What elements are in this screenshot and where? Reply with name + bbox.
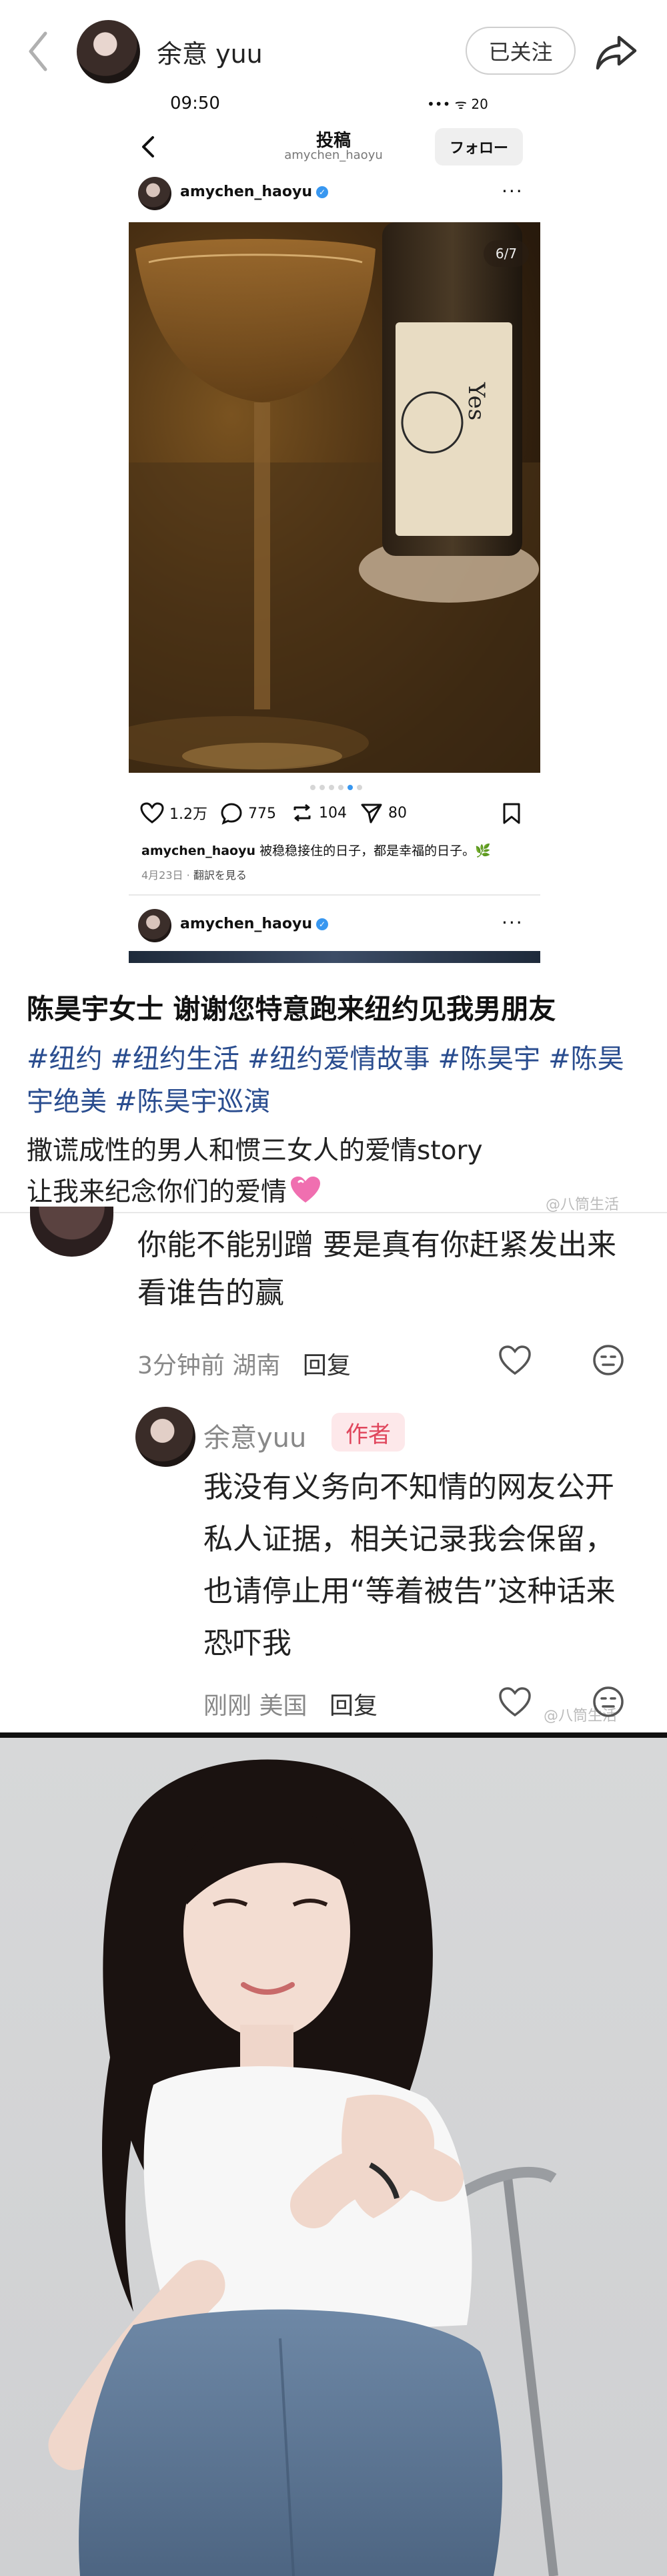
repost-count: 104 xyxy=(319,804,347,822)
ig-page-subtitle: amychen_haoyu xyxy=(284,148,383,162)
caption-text: 被稳稳接住的日子，都是幸福的日子。🌿 xyxy=(259,844,491,858)
reply-meta: 刚刚 美国 回复 xyxy=(203,1686,378,1721)
carousel-dots xyxy=(310,785,364,791)
repost-icon xyxy=(293,803,311,822)
post-body-line-1: 撒谎成性的男人和惯三女人的爱情story xyxy=(27,1136,483,1166)
heart-icon xyxy=(140,802,164,824)
ig-more-icon: ··· xyxy=(502,180,524,202)
post-photo: Yes xyxy=(129,222,540,773)
author-name[interactable]: 余意 yuu xyxy=(157,33,263,70)
ig-avatar-2 xyxy=(138,909,171,942)
send-icon xyxy=(361,803,382,824)
wine-photo-illustration: Yes xyxy=(129,222,540,773)
hashtag[interactable]: #陈昊宇巡演 xyxy=(115,1086,271,1117)
ig-back-icon xyxy=(142,136,154,157)
comment-time: 3分钟前 xyxy=(137,1352,225,1379)
carousel-dot xyxy=(329,785,334,790)
hashtag[interactable]: #纽约 xyxy=(27,1044,103,1074)
translate-link: 翻訳を見る xyxy=(193,869,247,882)
author-badge: 作者 xyxy=(331,1413,405,1452)
reply-location: 美国 xyxy=(259,1692,307,1720)
author-reply-avatar[interactable] xyxy=(135,1407,195,1467)
carousel-dot xyxy=(310,785,315,790)
post-title: 陈昊宇女士 谢谢您特意跑来纽约见我男朋友 xyxy=(27,993,556,1025)
ig-post-username: amychen_haoyu xyxy=(180,184,313,200)
back-arrow-icon[interactable] xyxy=(25,28,52,75)
bookmark-icon xyxy=(503,803,520,824)
ig-caption: amychen_haoyu 被稳稳接住的日子，都是幸福的日子。🌿 xyxy=(141,841,491,859)
comment-location: 湖南 xyxy=(232,1352,281,1379)
image-separator xyxy=(0,1732,667,1738)
caption-username: amychen_haoyu xyxy=(141,844,256,858)
hashtag-list: #纽约 #纽约生活 #纽约爱情故事 #陈昊宇 #陈昊宇绝美 #陈昊宇巡演 xyxy=(27,1038,647,1123)
like-count: 1.2万 xyxy=(169,806,207,823)
dislike-face-icon[interactable] xyxy=(591,1684,626,1719)
carousel-dot xyxy=(338,785,344,790)
post-date: 4月23日 · xyxy=(141,869,193,882)
ig-avatar xyxy=(138,177,171,210)
like-icon[interactable] xyxy=(498,1684,532,1719)
comment-meta: 3分钟前 湖南 回复 xyxy=(137,1346,351,1381)
comment-count: 775 xyxy=(248,805,276,822)
follow-button[interactable]: 已关注 xyxy=(466,27,576,75)
ig-date: 4月23日 · 翻訳を見る xyxy=(141,866,247,882)
ig-follow-button: フォロー xyxy=(435,128,523,166)
next-post-photo-strip xyxy=(129,951,540,963)
ig-share: 80 xyxy=(360,802,407,824)
verified-icon: ✓ xyxy=(316,918,329,930)
ig-comment: 775 xyxy=(220,802,276,825)
embed-divider xyxy=(129,894,540,896)
pink-heart-icon xyxy=(291,1177,321,1203)
hashtag[interactable]: #纽约爱情故事 xyxy=(247,1044,430,1074)
like-icon[interactable] xyxy=(498,1343,532,1377)
ig-post-username-2: amychen_haoyu xyxy=(180,916,313,932)
ig-like: 1.2万 xyxy=(140,802,207,824)
reply-time: 刚刚 xyxy=(203,1692,252,1720)
photo-counter: 6/7 xyxy=(484,240,529,267)
ig-post-user-2: amychen_haoyu ✓ xyxy=(180,916,329,932)
share-icon[interactable] xyxy=(594,28,640,75)
portrait-illustration xyxy=(48,1759,558,2576)
status-icons: ••• ᯤ 20 xyxy=(427,96,488,112)
bottle-label-text: Yes xyxy=(463,382,490,420)
carousel-dot xyxy=(357,785,362,790)
author-avatar[interactable] xyxy=(77,20,140,83)
commenter-avatar[interactable] xyxy=(30,1207,113,1257)
hashtag[interactable]: #纽约生活 xyxy=(111,1044,240,1074)
post-body-line-2: 让我来纪念你们的爱情 xyxy=(27,1171,321,1209)
reply-text: 我没有义务向不知情的网友公开私人证据，相关记录我会保留，也请停止用“等着被告”这… xyxy=(203,1470,616,1660)
reply-author-name[interactable]: 余意yuu xyxy=(203,1416,306,1455)
ig-repost: 104 xyxy=(291,802,347,824)
reply-button[interactable]: 回复 xyxy=(329,1692,378,1720)
reply-button[interactable]: 回复 xyxy=(303,1352,351,1379)
comment-icon xyxy=(221,803,242,825)
comment-text: 你能不能别蹭 要是真有你赶紧发出来 看谁告的赢 xyxy=(137,1228,616,1310)
post-body-text: 让我来纪念你们的爱情 xyxy=(27,1177,287,1207)
ig-post-user: amychen_haoyu ✓ xyxy=(180,184,329,200)
watermark: @八筒生活 xyxy=(546,1197,620,1213)
dislike-face-icon[interactable] xyxy=(591,1343,626,1377)
status-time: 09:50 xyxy=(170,93,220,113)
share-count: 80 xyxy=(388,804,407,822)
carousel-dot xyxy=(319,785,325,790)
verified-icon: ✓ xyxy=(316,186,329,198)
ig-more-icon-2: ··· xyxy=(502,912,524,934)
carousel-dot-active xyxy=(348,785,353,790)
hashtag[interactable]: #陈昊宇 xyxy=(438,1044,541,1074)
portrait-photo xyxy=(0,1738,667,2576)
